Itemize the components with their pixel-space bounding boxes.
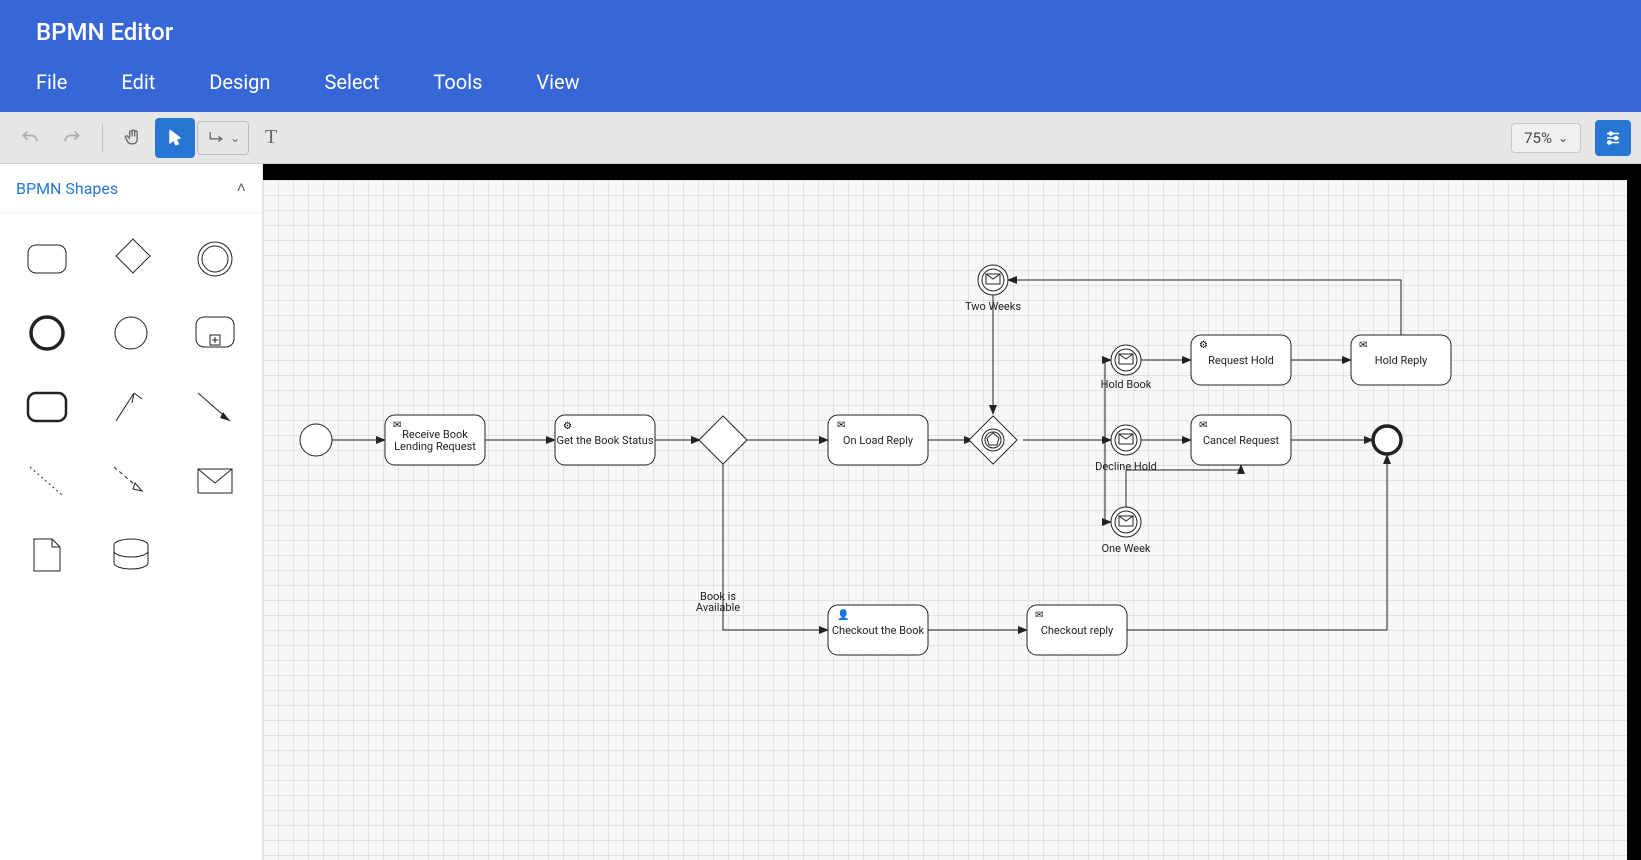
menu-design[interactable]: Design: [209, 70, 270, 94]
connector-type-button[interactable]: ⌄: [197, 121, 249, 155]
svg-text:⚙: ⚙: [563, 421, 572, 432]
svg-text:👤: 👤: [837, 608, 849, 621]
palette-gateway-shape[interactable]: [100, 235, 162, 283]
properties-panel-toggle[interactable]: [1595, 120, 1631, 156]
svg-text:Two Weeks: Two Weeks: [965, 300, 1021, 313]
palette-sequence-flow-shape[interactable]: [184, 383, 246, 431]
palette-title: BPMN Shapes: [16, 179, 118, 198]
connector-icon: [206, 128, 226, 148]
node-gateway-book-status[interactable]: [699, 416, 747, 464]
svg-text:✉: ✉: [837, 420, 845, 431]
palette-association-shape[interactable]: [100, 383, 162, 431]
svg-text:Checkout the Book: Checkout the Book: [832, 624, 925, 637]
text-tool-button[interactable]: T: [251, 118, 291, 158]
toolbar: ⌄ T 75% ⌄: [0, 112, 1641, 164]
redo-icon: [62, 128, 82, 148]
ruler-top: [263, 164, 1641, 180]
svg-text:One Week: One Week: [1101, 542, 1150, 555]
node-checkout-book[interactable]: 👤 Checkout the Book: [828, 605, 928, 655]
svg-text:Hold Reply: Hold Reply: [1375, 354, 1428, 367]
node-hold-book-event[interactable]: Hold Book: [1101, 345, 1152, 391]
palette-message-flow-shape[interactable]: [100, 457, 162, 505]
palette-subprocess-shape[interactable]: [184, 309, 246, 357]
palette-section-header[interactable]: BPMN Shapes ˄: [0, 164, 262, 213]
svg-text:✉: ✉: [1035, 610, 1043, 621]
svg-text:✉: ✉: [1359, 340, 1367, 351]
edge-label-available: Book isAvailable: [696, 590, 740, 614]
diagram-svg[interactable]: ✉ Receive BookLending Request ⚙ Get the …: [263, 180, 1627, 860]
palette-start-event-shape[interactable]: [100, 309, 162, 357]
menu-file[interactable]: File: [36, 70, 67, 94]
undo-icon: [20, 128, 40, 148]
sliders-icon: [1604, 129, 1622, 147]
chevron-down-icon: ⌄: [230, 131, 240, 145]
pointer-tool-button[interactable]: [155, 118, 195, 158]
svg-text:On Load Reply: On Load Reply: [843, 434, 914, 447]
app-header: BPMN Editor File Edit Design Select Tool…: [0, 0, 1641, 112]
node-start-event[interactable]: [300, 424, 332, 456]
text-icon: T: [265, 126, 277, 149]
shape-palette: BPMN Shapes ˄: [0, 164, 263, 860]
palette-data-object-shape[interactable]: [16, 531, 78, 579]
node-cancel-request[interactable]: ✉ Cancel Request: [1191, 415, 1291, 465]
palette-task-shape[interactable]: [16, 235, 78, 283]
node-on-load-reply[interactable]: ✉ On Load Reply: [828, 415, 928, 465]
node-request-hold[interactable]: ⚙ Request Hold: [1191, 335, 1291, 385]
menu-bar: File Edit Design Select Tools View: [0, 60, 1641, 112]
palette-message-shape[interactable]: [184, 457, 246, 505]
menu-tools[interactable]: Tools: [433, 70, 482, 94]
zoom-value: 75%: [1524, 129, 1552, 147]
palette-intermediate-event-shape[interactable]: [184, 235, 246, 283]
undo-button[interactable]: [10, 118, 50, 158]
chevron-up-icon: ˄: [237, 178, 246, 198]
chevron-down-icon: ⌄: [1558, 131, 1568, 145]
pan-tool-button[interactable]: [113, 118, 153, 158]
pointer-icon: [165, 128, 185, 148]
svg-text:Decline Hold: Decline Hold: [1095, 460, 1157, 473]
svg-text:Receive BookLending Request: Receive BookLending Request: [394, 428, 476, 453]
svg-text:✉: ✉: [1199, 420, 1207, 431]
svg-text:Cancel Request: Cancel Request: [1203, 434, 1280, 447]
svg-text:Request Hold: Request Hold: [1208, 354, 1274, 367]
node-two-weeks-event[interactable]: Two Weeks: [965, 265, 1021, 313]
app-title: BPMN Editor: [0, 0, 1641, 60]
svg-text:Checkout reply: Checkout reply: [1041, 624, 1114, 637]
node-one-week-event[interactable]: One Week: [1101, 507, 1150, 555]
svg-text:Hold Book: Hold Book: [1101, 378, 1152, 391]
node-end-event[interactable]: [1373, 426, 1401, 454]
node-decline-hold-event[interactable]: Decline Hold: [1095, 425, 1157, 473]
node-gateway-event-based[interactable]: [969, 416, 1017, 464]
redo-button[interactable]: [52, 118, 92, 158]
palette-transaction-shape[interactable]: [16, 383, 78, 431]
menu-edit[interactable]: Edit: [121, 70, 155, 94]
palette-end-event-shape[interactable]: [16, 309, 78, 357]
menu-view[interactable]: View: [536, 70, 579, 94]
zoom-level-select[interactable]: 75% ⌄: [1511, 123, 1581, 153]
node-get-book-status[interactable]: ⚙ Get the Book Status: [555, 415, 655, 465]
svg-text:Get the Book Status: Get the Book Status: [556, 434, 653, 447]
toolbar-separator: [102, 124, 103, 152]
svg-text:✉: ✉: [393, 420, 401, 431]
svg-text:⚙: ⚙: [1199, 340, 1208, 351]
node-receive-book-lending-request[interactable]: ✉ Receive BookLending Request: [385, 415, 485, 465]
ruler-right: [1627, 164, 1641, 860]
node-checkout-reply[interactable]: ✉ Checkout reply: [1027, 605, 1127, 655]
palette-dotted-association-shape[interactable]: [16, 457, 78, 505]
palette-data-store-shape[interactable]: [100, 531, 162, 579]
node-hold-reply[interactable]: ✉ Hold Reply: [1351, 335, 1451, 385]
menu-select[interactable]: Select: [324, 70, 379, 94]
diagram-canvas[interactable]: ✉ Receive BookLending Request ⚙ Get the …: [263, 164, 1641, 860]
hand-icon: [123, 128, 143, 148]
